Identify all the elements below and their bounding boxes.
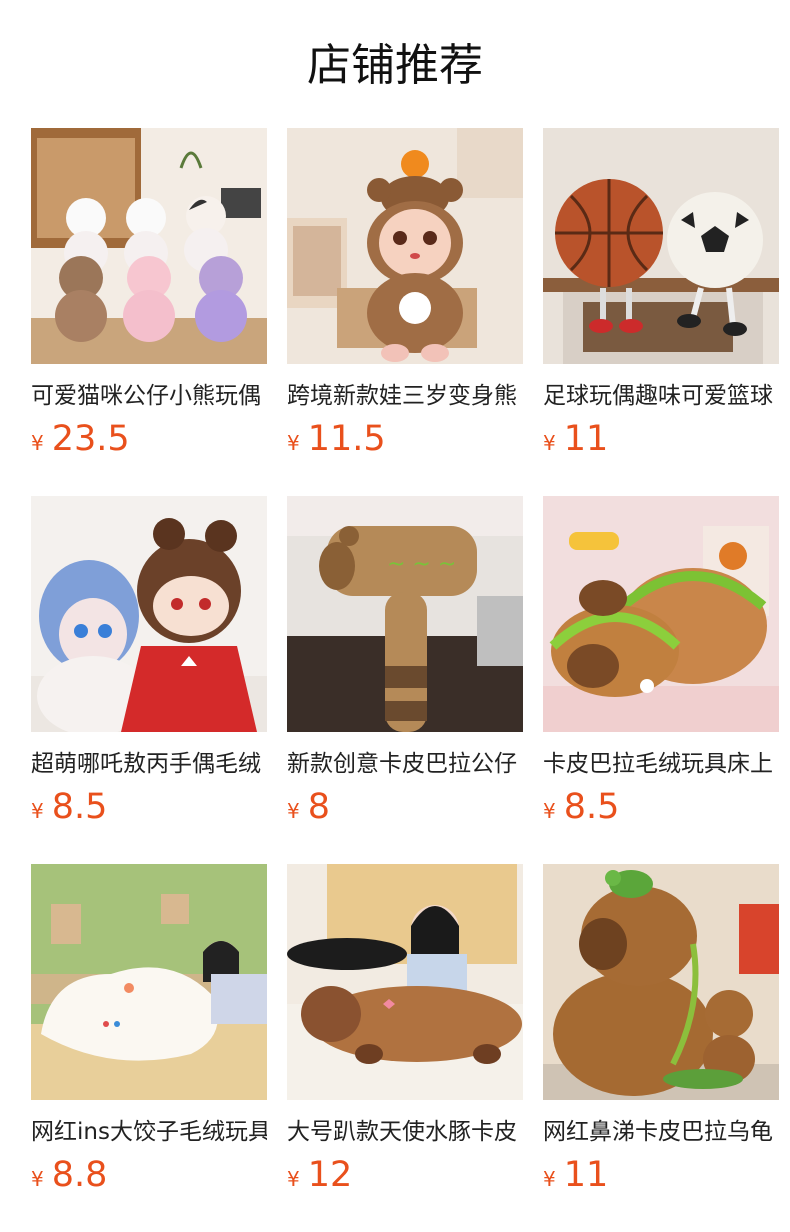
price-amount: 23.5 bbox=[51, 419, 130, 459]
price-amount: 11 bbox=[563, 1155, 609, 1195]
product-price: ¥8.5 bbox=[31, 784, 107, 830]
product-card[interactable]: 跨境新款娃三岁变身熊 ¥11.5 bbox=[287, 128, 523, 468]
currency-symbol: ¥ bbox=[31, 799, 44, 823]
price-amount: 11 bbox=[563, 419, 609, 459]
price-amount: 12 bbox=[307, 1155, 353, 1195]
product-price: ¥8 bbox=[287, 784, 330, 830]
dumpling-pillow-image bbox=[31, 864, 267, 1100]
product-name[interactable]: 卡皮巴拉毛绒玩具床上 bbox=[543, 747, 779, 781]
nezha-aobing-puppet-image bbox=[31, 496, 267, 732]
currency-symbol: ¥ bbox=[543, 799, 556, 823]
currency-symbol: ¥ bbox=[287, 799, 300, 823]
product-name[interactable]: 超萌哪吒敖丙手偶毛绒 bbox=[31, 747, 267, 781]
product-price: ¥11.5 bbox=[287, 416, 386, 462]
product-name[interactable]: 网红鼻涕卡皮巴拉乌龟 bbox=[543, 1115, 779, 1149]
product-price: ¥12 bbox=[287, 1152, 352, 1198]
product-name[interactable]: 足球玩偶趣味可爱篮球 bbox=[543, 379, 779, 413]
product-card[interactable]: 网红鼻涕卡皮巴拉乌龟 ¥11 bbox=[543, 864, 779, 1204]
plush-cats-bears-image bbox=[31, 128, 267, 364]
product-image[interactable] bbox=[287, 864, 523, 1100]
currency-symbol: ¥ bbox=[287, 1167, 300, 1191]
product-image[interactable]: ~ ~ ~ bbox=[287, 496, 523, 732]
product-card[interactable]: ~ ~ ~ 新款创意卡皮巴拉公仔 ¥8 bbox=[287, 496, 523, 836]
product-price: ¥8.8 bbox=[31, 1152, 107, 1198]
basketball-football-plush-image bbox=[543, 128, 779, 364]
product-price: ¥11 bbox=[543, 1152, 608, 1198]
capybara-hammer-plush-image: ~ ~ ~ bbox=[287, 496, 523, 732]
product-price: ¥8.5 bbox=[543, 784, 619, 830]
capybara-taco-plush-image bbox=[543, 496, 779, 732]
svg-text:~ ~ ~: ~ ~ ~ bbox=[387, 552, 456, 577]
price-amount: 8.8 bbox=[51, 1155, 108, 1195]
product-card[interactable]: 大号趴款天使水豚卡皮 ¥12 bbox=[287, 864, 523, 1204]
product-card[interactable]: 可爱猫咪公仔小熊玩偶 ¥23.5 bbox=[31, 128, 267, 468]
currency-symbol: ¥ bbox=[287, 431, 300, 455]
capybara-turtle-plush-image bbox=[543, 864, 779, 1100]
product-card[interactable]: 卡皮巴拉毛绒玩具床上 ¥8.5 bbox=[543, 496, 779, 836]
product-name[interactable]: 网红ins大饺子毛绒玩具 bbox=[31, 1115, 267, 1149]
product-name[interactable]: 新款创意卡皮巴拉公仔 bbox=[287, 747, 523, 781]
product-image[interactable] bbox=[31, 864, 267, 1100]
product-card[interactable]: 超萌哪吒敖丙手偶毛绒 ¥8.5 bbox=[31, 496, 267, 836]
price-amount: 8.5 bbox=[563, 787, 620, 827]
product-image[interactable] bbox=[31, 128, 267, 364]
product-image[interactable] bbox=[543, 128, 779, 364]
product-grid: 可爱猫咪公仔小熊玩偶 ¥23.5 跨境新款娃三岁变身熊 ¥ 11.5 足球玩偶趣… bbox=[31, 128, 790, 1228]
lying-capybara-pillow-image bbox=[287, 864, 523, 1100]
product-card[interactable]: 足球玩偶趣味可爱篮球 ¥11 bbox=[543, 128, 779, 468]
currency-symbol: ¥ bbox=[543, 431, 556, 455]
price-amount: 11.5 bbox=[307, 419, 386, 459]
product-card[interactable]: 网红ins大饺子毛绒玩具 ¥8.8 bbox=[31, 864, 267, 1204]
product-name[interactable]: 大号趴款天使水豚卡皮 bbox=[287, 1115, 523, 1149]
product-price: ¥11 bbox=[543, 416, 608, 462]
bear-costume-doll-image bbox=[287, 128, 523, 364]
product-image[interactable] bbox=[543, 864, 779, 1100]
currency-symbol: ¥ bbox=[543, 1167, 556, 1191]
page-title: 店铺推荐 bbox=[307, 40, 483, 91]
price-amount: 8.5 bbox=[51, 787, 108, 827]
currency-symbol: ¥ bbox=[31, 431, 44, 455]
product-image[interactable] bbox=[31, 496, 267, 732]
product-price: ¥23.5 bbox=[31, 416, 130, 462]
product-name[interactable]: 可爱猫咪公仔小熊玩偶 bbox=[31, 379, 267, 413]
price-amount: 8 bbox=[307, 787, 331, 827]
product-name[interactable]: 跨境新款娃三岁变身熊 bbox=[287, 379, 523, 413]
currency-symbol: ¥ bbox=[31, 1167, 44, 1191]
product-image[interactable] bbox=[287, 128, 523, 364]
product-image[interactable] bbox=[543, 496, 779, 732]
